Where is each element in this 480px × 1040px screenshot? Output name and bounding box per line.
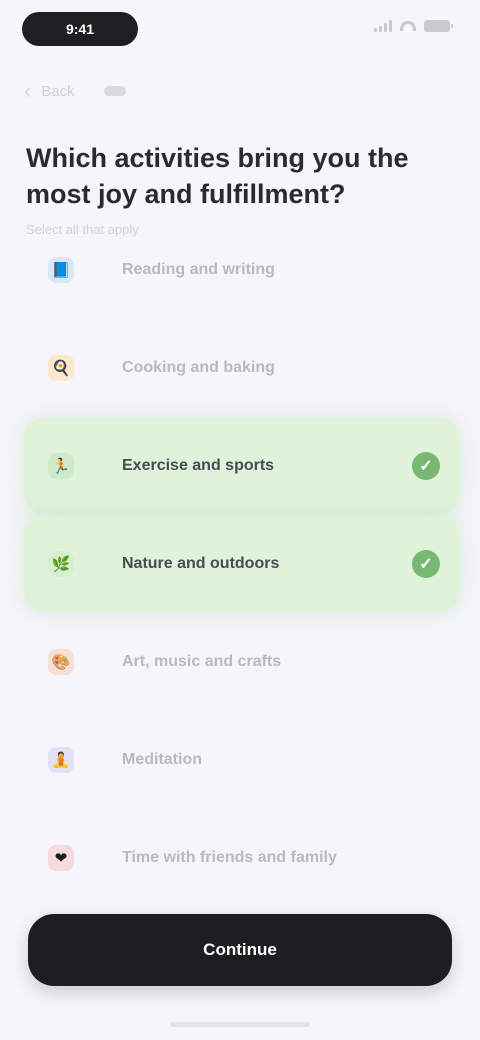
status-time: 9:41 — [22, 12, 138, 46]
battery-icon — [424, 20, 453, 32]
wifi-icon — [400, 21, 416, 31]
back-label: Back — [41, 82, 75, 100]
option-label: Nature and outdoors — [122, 555, 280, 572]
back-button[interactable]: ‹ Back — [24, 80, 75, 102]
option-item[interactable]: 🍳 Cooking and baking — [24, 320, 460, 416]
progress-indicator — [104, 86, 126, 96]
option-item[interactable]: 🎨 Art, music and crafts — [24, 614, 460, 710]
home-indicator — [170, 1022, 310, 1027]
checkmark-icon: ✓ — [412, 550, 440, 578]
page-title: Which activities bring you the most joy … — [26, 143, 409, 209]
option-item[interactable]: 🏃 Exercise and sports ✓ — [24, 418, 460, 514]
meditation-icon: 🧘 — [48, 747, 74, 773]
book-icon: 📘 — [48, 257, 74, 283]
status-bar: 9:41 — [0, 0, 480, 64]
checkmark-icon: ✓ — [412, 452, 440, 480]
palette-icon: 🎨 — [48, 649, 74, 675]
option-label: Time with friends and family — [122, 849, 337, 866]
status-icons — [374, 20, 453, 32]
option-label: Exercise and sports — [122, 457, 275, 474]
option-label: Art, music and crafts — [122, 653, 282, 670]
option-label: Meditation — [122, 751, 202, 768]
chef-icon: 🍳 — [48, 355, 74, 381]
chevron-left-icon: ‹ — [24, 78, 32, 103]
options-list: 📘 Reading and writing 🍳 Cooking and baking 🏃… — [24, 222, 460, 908]
sport-icon: 🏃 — [48, 453, 74, 479]
option-item[interactable]: ❤ Time with friends and family — [24, 810, 460, 906]
signal-icon — [374, 20, 392, 32]
option-item[interactable]: 🧘 Meditation — [24, 712, 460, 808]
option-label: Reading and writing — [122, 261, 275, 278]
heart-icon: ❤ — [48, 845, 74, 871]
top-nav: ‹ Back — [0, 70, 480, 120]
option-label: Cooking and baking — [122, 359, 275, 376]
option-item[interactable]: 🌿 Nature and outdoors ✓ — [24, 516, 460, 612]
continue-button[interactable]: Continue — [28, 914, 452, 986]
leaf-icon: 🌿 — [48, 551, 74, 577]
option-item[interactable]: 📘 Reading and writing — [24, 222, 460, 318]
